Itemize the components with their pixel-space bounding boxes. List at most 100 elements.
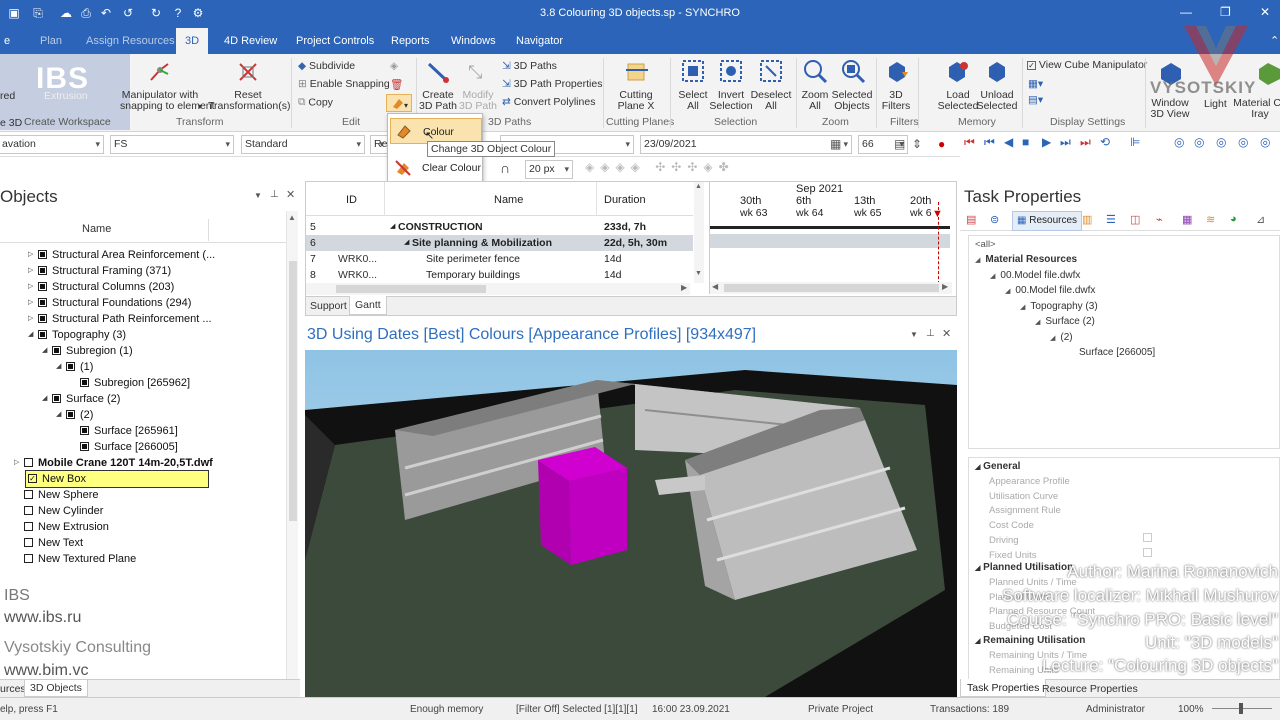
resource-tree-row[interactable]: ◢ 00.Model file.dwfx	[990, 270, 1080, 281]
timeline-hscroll[interactable]: ◀ ▶	[710, 282, 952, 294]
scroll-up-icon[interactable]: ▲	[695, 183, 702, 190]
tree-row[interactable]: New Extrusion	[14, 519, 109, 535]
close-icon[interactable]: ✕	[1260, 5, 1270, 19]
resource-tree-row[interactable]: ◢ Topography (3)	[1020, 301, 1098, 312]
delete-icon[interactable]: 🗑	[390, 78, 403, 91]
minimize-icon[interactable]: —	[1180, 5, 1192, 19]
tab-3d[interactable]: 3D	[176, 28, 208, 54]
resource-tree-row[interactable]: ◢ 00.Model file.dwfx	[1005, 285, 1095, 296]
new-box-right[interactable]	[569, 468, 627, 565]
expander-icon[interactable]: ◢	[1050, 335, 1055, 342]
tp-general-icon[interactable]: ▤	[966, 213, 976, 226]
gantt-row[interactable]: 7 WRK0... Site perimeter fence 14d	[306, 251, 693, 267]
property-row[interactable]: Utilisation Curve	[989, 491, 1058, 502]
gantt-grid-hscroll[interactable]: ▶	[306, 283, 690, 295]
magnet-icon[interactable]: ∩	[500, 160, 510, 176]
stop-icon[interactable]: ■	[1022, 135, 1029, 149]
remaining-section[interactable]: ◢ Remaining Utilisation	[975, 635, 1085, 646]
edit-icon-1[interactable]: ◈	[390, 60, 398, 72]
tree-row[interactable]: ▷ Structural Framing (371)	[28, 263, 171, 279]
relationship-combo[interactable]: FS	[110, 135, 234, 154]
tp-resources-tab[interactable]: ▦ Resources	[1012, 211, 1083, 231]
tree-row[interactable]: ◢ Surface (2)	[42, 391, 120, 407]
colour-dropdown-button[interactable]: ▾	[386, 94, 412, 112]
hscroll-thumb[interactable]	[724, 284, 939, 292]
expander-icon[interactable]: ▷	[14, 455, 24, 471]
pin-icon[interactable]: ⊥	[270, 189, 279, 200]
visibility-checkbox[interactable]	[24, 489, 33, 499]
row-expander[interactable]: ◢	[390, 219, 395, 235]
property-row[interactable]: Cost Code	[989, 520, 1034, 531]
tab-assign-resources[interactable]: Assign Resources	[78, 28, 183, 54]
tree-row[interactable]: ▷ Structural Foundations (294)	[28, 295, 191, 311]
3d-paths-button[interactable]: ⇲ 3D Paths	[502, 60, 557, 72]
spin-icon[interactable]: ▤	[894, 137, 905, 151]
property-row[interactable]: Fixed Units	[989, 550, 1037, 561]
modify-3d-path-button[interactable]: Modify 3D Path	[456, 90, 500, 112]
resource-tree-row[interactable]: Surface [266005]	[1079, 347, 1155, 358]
tree-row[interactable]: New Cylinder	[14, 503, 103, 519]
visibility-checkbox[interactable]	[38, 297, 47, 307]
property-row[interactable]: Appearance Profile	[989, 476, 1070, 487]
visibility-checkbox[interactable]	[24, 521, 33, 531]
visibility-checkbox[interactable]	[80, 425, 89, 435]
zoom-slider-thumb[interactable]	[1239, 703, 1243, 714]
extrusion-button[interactable]: Extrusion	[44, 90, 88, 102]
property-row[interactable]: Assignment Rule	[989, 505, 1061, 516]
date-marker-icon[interactable]: ▼	[932, 208, 943, 220]
reset-transformation-button[interactable]: Reset Transformation(s)	[208, 90, 290, 112]
property-row[interactable]: Driving	[989, 535, 1019, 546]
viewport-menu-icon[interactable]: ▼	[910, 330, 918, 339]
col-id[interactable]: ID	[346, 194, 357, 206]
expander-icon[interactable]: ▷	[28, 279, 38, 295]
snap-toolbar-icons[interactable]: ◈◈◈◈ ✣✣✣◈✤	[585, 160, 785, 178]
create-3d-path-button[interactable]: Create 3D Path	[416, 90, 460, 112]
expander-icon[interactable]: ◢	[1035, 319, 1040, 326]
scroll-thumb[interactable]	[289, 261, 297, 521]
scroll-left-icon[interactable]: ◀	[712, 282, 718, 291]
visibility-checkbox[interactable]	[38, 265, 47, 275]
tree-row[interactable]: Surface [266005]	[70, 439, 178, 455]
hscroll-thumb[interactable]	[336, 285, 486, 293]
menu-item-clear-colour[interactable]: Clear Colour	[390, 156, 482, 180]
scroll-right-icon[interactable]: ▶	[942, 282, 948, 291]
visibility-checkbox[interactable]	[52, 393, 61, 403]
calendar-icon[interactable]: ▦	[830, 137, 841, 151]
name-column-header[interactable]: Name	[82, 223, 111, 235]
gantt-grid-vscroll[interactable]: ▲ ▼	[694, 182, 704, 283]
visibility-checkbox[interactable]	[66, 409, 75, 419]
tab-3d-objects[interactable]: 3D Objects	[24, 680, 88, 697]
expander-icon[interactable]: ▷	[28, 247, 38, 263]
enable-snapping-button[interactable]: ⊞ Enable Snapping	[298, 78, 390, 90]
expander-icon[interactable]: ▷	[28, 295, 38, 311]
option-icon-3[interactable]: ◎	[1216, 135, 1226, 149]
viewport-close-icon[interactable]: ✕	[942, 327, 951, 340]
tab-navigator[interactable]: Navigator	[508, 28, 571, 54]
record-icon[interactable]: ●	[938, 137, 945, 151]
marker-icon[interactable]: ⊫	[1130, 135, 1140, 149]
zoom-selected-button[interactable]: Selected Objects	[830, 90, 874, 112]
res-combo[interactable]: Res	[370, 135, 393, 154]
visibility-checkbox[interactable]	[24, 457, 33, 467]
col-name[interactable]: Name	[494, 194, 523, 206]
visibility-checkbox[interactable]	[24, 537, 33, 547]
unload-selected-button[interactable]: Unload Selected	[974, 90, 1020, 112]
resource-tree-row[interactable]: ◢ (2)	[1050, 332, 1073, 343]
visibility-checkbox[interactable]	[52, 345, 61, 355]
convert-polylines-button[interactable]: ⇄ Convert Polylines	[502, 96, 595, 108]
tree-row[interactable]: Subregion [265962]	[70, 375, 190, 391]
3d-path-properties-button[interactable]: ⇲ 3D Path Properties	[502, 78, 602, 90]
tree-row[interactable]: ▷ Structural Path Reinforcement ...	[28, 311, 212, 327]
panel-close-icon[interactable]: ✕	[286, 188, 295, 201]
zoom-all-button[interactable]: Zoom All	[796, 90, 834, 112]
driving-checkbox[interactable]	[1143, 533, 1152, 542]
tab-task-properties[interactable]: Task Properties	[960, 679, 1047, 697]
expander-icon[interactable]: ◢	[990, 273, 995, 280]
tab-plan[interactable]: Plan	[32, 28, 70, 54]
viewport-pin-icon[interactable]: ⊥	[926, 328, 935, 339]
subdivide-button[interactable]: ◆ Subdivide	[298, 60, 355, 72]
panel-menu-icon[interactable]: ▼	[254, 191, 262, 200]
tree-row[interactable]: Surface [265961]	[70, 423, 178, 439]
visibility-checkbox[interactable]	[38, 249, 47, 259]
visibility-checkbox[interactable]	[80, 441, 89, 451]
